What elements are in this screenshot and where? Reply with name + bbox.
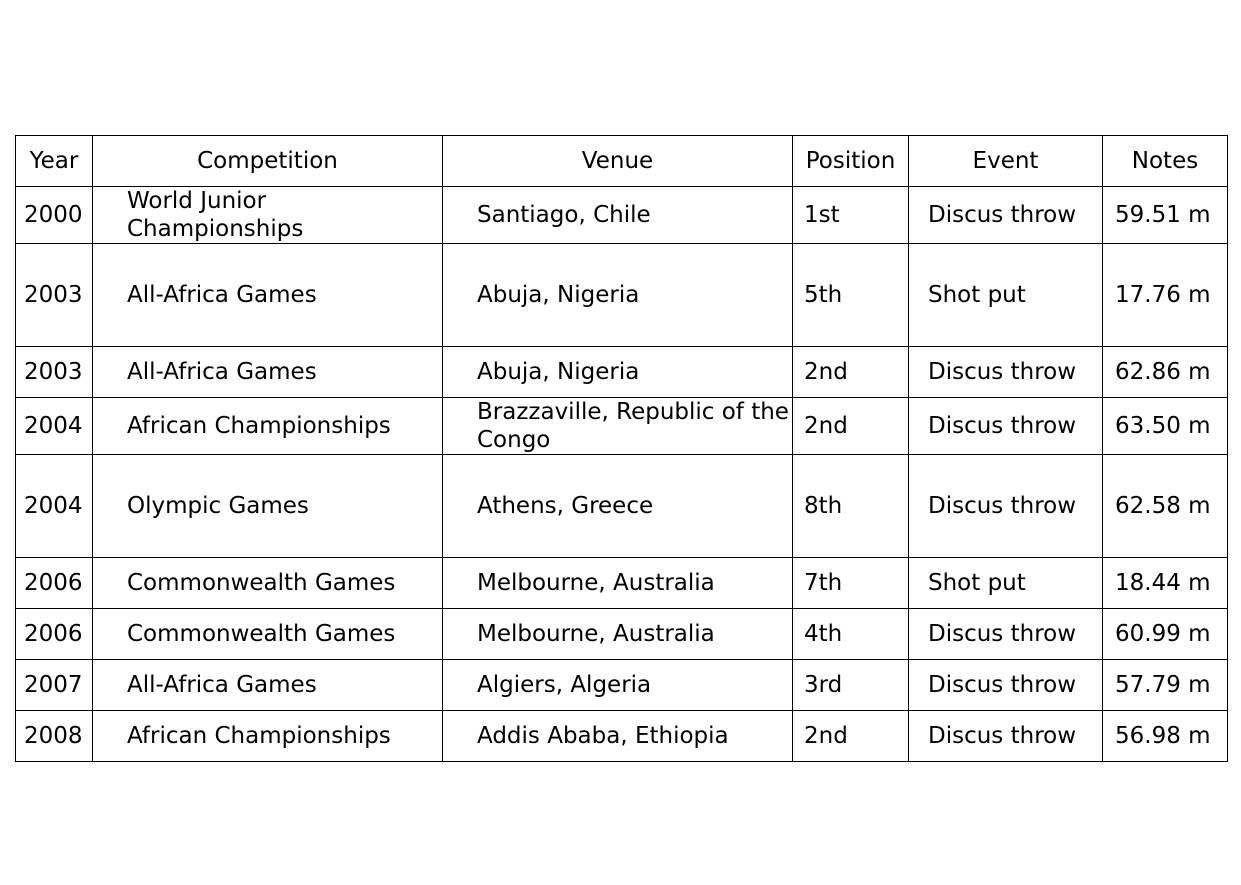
table-row: 2007 All-Africa Games Algiers, Algeria 3rd D… bbox=[15, 659, 1228, 711]
cell-event: Shot put bbox=[908, 557, 1103, 609]
cell-year: 2006 bbox=[15, 608, 93, 660]
cell-venue: Melbourne, Australia bbox=[442, 608, 793, 660]
results-table: Year Competition Venue Position Event No… bbox=[15, 135, 1228, 762]
cell-year: 2006 bbox=[15, 557, 93, 609]
column-header-notes: Notes bbox=[1102, 135, 1228, 187]
cell-event: Discus throw bbox=[908, 397, 1103, 455]
cell-venue: Addis Ababa, Ethiopia bbox=[442, 710, 793, 762]
cell-event: Discus throw bbox=[908, 710, 1103, 762]
table-row: 2003 All-Africa Games Abuja, Nigeria 2nd Dis… bbox=[15, 346, 1228, 398]
cell-year: 2004 bbox=[15, 454, 93, 558]
column-header-competition: Competition bbox=[92, 135, 443, 187]
cell-position: 2nd bbox=[792, 346, 909, 398]
column-header-venue: Venue bbox=[442, 135, 793, 187]
column-header-year: Year bbox=[15, 135, 93, 187]
cell-position: 8th bbox=[792, 454, 909, 558]
cell-venue: Melbourne, Australia bbox=[442, 557, 793, 609]
table-row: 2006 Commonwealth Games Melbourne, Austral… bbox=[15, 608, 1228, 660]
table-row: 2000 World Junior Championships Santiago, … bbox=[15, 186, 1228, 244]
cell-notes: 56.98 m bbox=[1102, 710, 1228, 762]
cell-competition: Olympic Games bbox=[92, 454, 443, 558]
table-row: 2004 African Championships Brazzaville, Re… bbox=[15, 397, 1228, 455]
cell-event: Discus throw bbox=[908, 608, 1103, 660]
cell-competition: African Championships bbox=[92, 397, 443, 455]
cell-competition: Commonwealth Games bbox=[92, 608, 443, 660]
cell-notes: 57.79 m bbox=[1102, 659, 1228, 711]
cell-event: Discus throw bbox=[908, 186, 1103, 244]
cell-year: 2000 bbox=[15, 186, 93, 244]
cell-notes: 63.50 m bbox=[1102, 397, 1228, 455]
cell-venue: Algiers, Algeria bbox=[442, 659, 793, 711]
cell-year: 2008 bbox=[15, 710, 93, 762]
cell-year: 2004 bbox=[15, 397, 93, 455]
cell-notes: 62.58 m bbox=[1102, 454, 1228, 558]
cell-notes: 59.51 m bbox=[1102, 186, 1228, 244]
table-body: 2000 World Junior Championships Santiago, … bbox=[15, 186, 1228, 762]
table-row: 2006 Commonwealth Games Melbourne, Austral… bbox=[15, 557, 1228, 609]
cell-year: 2003 bbox=[15, 346, 93, 398]
cell-event: Discus throw bbox=[908, 454, 1103, 558]
cell-competition: All-Africa Games bbox=[92, 243, 443, 347]
cell-competition: African Championships bbox=[92, 710, 443, 762]
cell-venue: Brazzaville, Republic of the Congo bbox=[442, 397, 793, 455]
cell-notes: 60.99 m bbox=[1102, 608, 1228, 660]
cell-position: 2nd bbox=[792, 710, 909, 762]
cell-competition: Commonwealth Games bbox=[92, 557, 443, 609]
cell-position: 1st bbox=[792, 186, 909, 244]
column-header-position: Position bbox=[792, 135, 909, 187]
cell-year: 2007 bbox=[15, 659, 93, 711]
header-row: Year Competition Venue Position Event No… bbox=[15, 135, 1228, 187]
cell-competition: World Junior Championships bbox=[92, 186, 443, 244]
table-row: 2003 All-Africa Games Abuja, Nigeria 5th Sho… bbox=[15, 243, 1228, 347]
cell-position: 4th bbox=[792, 608, 909, 660]
cell-notes: 62.86 m bbox=[1102, 346, 1228, 398]
cell-notes: 18.44 m bbox=[1102, 557, 1228, 609]
cell-position: 7th bbox=[792, 557, 909, 609]
cell-venue: Abuja, Nigeria bbox=[442, 346, 793, 398]
cell-competition: All-Africa Games bbox=[92, 346, 443, 398]
table-row: 2008 African Championships Addis Ababa, Et… bbox=[15, 710, 1228, 762]
cell-event: Discus throw bbox=[908, 346, 1103, 398]
cell-venue: Abuja, Nigeria bbox=[442, 243, 793, 347]
cell-position: 2nd bbox=[792, 397, 909, 455]
table-row: 2004 Olympic Games Athens, Greece 8th Discus… bbox=[15, 454, 1228, 558]
cell-event: Discus throw bbox=[908, 659, 1103, 711]
cell-position: 5th bbox=[792, 243, 909, 347]
cell-year: 2003 bbox=[15, 243, 93, 347]
cell-venue: Athens, Greece bbox=[442, 454, 793, 558]
cell-notes: 17.76 m bbox=[1102, 243, 1228, 347]
cell-venue: Santiago, Chile bbox=[442, 186, 793, 244]
column-header-event: Event bbox=[908, 135, 1103, 187]
cell-competition: All-Africa Games bbox=[92, 659, 443, 711]
cell-event: Shot put bbox=[908, 243, 1103, 347]
cell-position: 3rd bbox=[792, 659, 909, 711]
